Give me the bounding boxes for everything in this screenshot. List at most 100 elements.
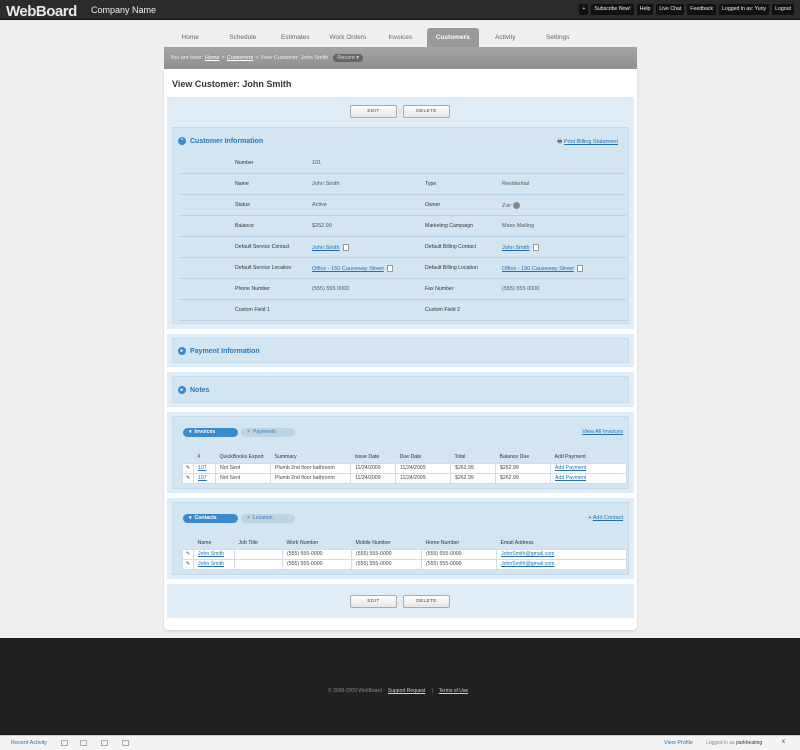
add-contact-button[interactable]: + Add Contact: [588, 515, 623, 521]
delete-button[interactable]: DELETE: [403, 105, 450, 118]
subscribe-link[interactable]: Subscribe Now!: [591, 4, 634, 15]
tab-payments-list[interactable]: × Payments: [241, 428, 295, 437]
customer-info-header[interactable]: ⌃ Customer Information: [178, 137, 263, 145]
column-header: Due Date: [399, 453, 422, 460]
edit-icon[interactable]: [386, 265, 393, 272]
edit-icon[interactable]: ✎: [182, 462, 194, 474]
billing-location-link[interactable]: Office - 150 Causeway Street: [502, 266, 574, 272]
notes-header[interactable]: ▸ Notes: [178, 386, 209, 394]
bottom-actions: EDIT DELETE: [167, 584, 634, 618]
customer-info-title: Customer Information: [190, 137, 264, 145]
contact-name-link[interactable]: John Smith: [198, 561, 224, 567]
invoices-table: # QuickBooks Export Summary Issue Date D…: [182, 451, 627, 484]
logged-in-status: Logged in as parkheating: [706, 740, 763, 746]
name-value: John Smith: [312, 181, 340, 187]
tab-customers[interactable]: Customers: [426, 28, 479, 47]
marketing-label: Marketing Campaign: [425, 223, 473, 229]
add-payment-link[interactable]: Add Payment: [555, 465, 586, 471]
tab-invoices-list[interactable]: ▾ Invoices: [183, 428, 238, 437]
info-row-number: Number 101: [179, 153, 626, 174]
live-chat-link[interactable]: Live Chat: [656, 4, 685, 15]
view-profile-link[interactable]: View Profile: [664, 740, 693, 746]
logged-in-user[interactable]: Logged in as: Yuriy: [719, 4, 770, 15]
tab-activity[interactable]: Activity: [479, 28, 532, 47]
chat-icon[interactable]: [122, 740, 129, 746]
table-cell: Not Sent: [215, 462, 271, 474]
table-row[interactable]: ✎ John Smith (555) 555-0000 (555) 555-00…: [182, 558, 627, 570]
user-icon[interactable]: [61, 740, 68, 746]
edit-icon[interactable]: [532, 244, 539, 251]
delete-button[interactable]: DELETE: [403, 595, 450, 608]
top-bar: WebBoard Company Name + Subscribe Now! H…: [0, 0, 800, 20]
info-row-name: Name John Smith Type Residential: [179, 174, 626, 195]
breadcrumb-customers[interactable]: Customers: [227, 55, 254, 61]
invoices-panel: ▾ Invoices × Payments View All Invoices …: [172, 416, 629, 489]
service-contact-link[interactable]: John Smith: [312, 245, 340, 251]
custom-field-2-label: Custom Field 2: [425, 307, 460, 313]
email-link[interactable]: JohnSmith@gmail.com: [501, 551, 554, 557]
breadcrumb-prefix: You are here:: [170, 55, 203, 61]
invoice-number-link[interactable]: 107: [198, 465, 207, 471]
edit-icon[interactable]: ✎: [182, 558, 194, 570]
app-logo[interactable]: WebBoard: [6, 3, 77, 20]
tab-settings[interactable]: Settings: [532, 28, 585, 47]
add-payment-link[interactable]: Add Payment: [555, 475, 586, 481]
tab-invoices[interactable]: Invoices: [374, 28, 427, 47]
breadcrumb-home[interactable]: Home: [205, 55, 220, 61]
edit-button[interactable]: EDIT: [350, 105, 397, 118]
breadcrumb-separator: >: [255, 55, 259, 61]
edit-icon[interactable]: ✎: [182, 548, 194, 560]
edit-icon[interactable]: ✎: [182, 472, 194, 484]
view-all-invoices-link[interactable]: View All Invoices: [582, 429, 623, 435]
column-header: Issue Date: [354, 453, 380, 460]
fax-value: (555) 555 0000: [502, 286, 540, 292]
feedback-link[interactable]: Feedback: [687, 4, 717, 15]
mail-icon[interactable]: [80, 740, 87, 746]
edit-icon[interactable]: [576, 265, 583, 272]
invoice-number-link[interactable]: 107: [198, 475, 207, 481]
tab-location-list[interactable]: × Location: [241, 514, 295, 523]
tab-work-orders[interactable]: Work Orders: [322, 28, 375, 47]
logout-link[interactable]: Logout: [772, 4, 794, 15]
edit-icon[interactable]: [342, 244, 349, 251]
tab-home[interactable]: Home: [164, 28, 217, 47]
document-icon[interactable]: [101, 740, 108, 746]
tab-schedule[interactable]: Schedule: [217, 28, 270, 47]
copyright: © 2008-2009 WebBoard: [328, 688, 382, 694]
payment-info-title: Payment Information: [190, 347, 260, 355]
billing-contact-label: Default Billing Contact: [425, 244, 477, 250]
support-request-link[interactable]: Support Request: [388, 688, 426, 694]
contacts-section: ▾ Contacts × Location + Add Contact Name…: [167, 498, 634, 579]
terms-of-use-link[interactable]: Terms of Use: [439, 688, 468, 694]
expand-icon[interactable]: ▸: [178, 347, 186, 355]
recent-dropdown[interactable]: Recent ▾: [333, 54, 364, 62]
table-row[interactable]: ✎ 107 Not Sent Plumb 2nd floor bathroom …: [182, 462, 627, 474]
service-location-link[interactable]: Office - 150 Causeway Street: [312, 266, 384, 272]
table-row[interactable]: ✎ John Smith (555) 555-0000 (555) 555-00…: [182, 548, 627, 560]
notes-panel: ▸ Notes: [172, 376, 629, 403]
email-link[interactable]: JohnSmith@gmail.com: [501, 561, 554, 567]
bottom-bar: Recent Activity View Profile Logged in a…: [0, 735, 800, 750]
contact-name-link[interactable]: John Smith: [198, 551, 224, 557]
close-icon[interactable]: x: [782, 739, 785, 745]
owner-info-icon[interactable]: [512, 202, 520, 209]
print-billing-statement[interactable]: 🖶 Print Billing Statement: [557, 138, 618, 147]
collapse-icon[interactable]: ⌃: [178, 137, 186, 145]
table-cell: [234, 548, 283, 560]
edit-button[interactable]: EDIT: [350, 595, 397, 608]
type-label: Type: [425, 181, 437, 187]
table-cell: (555) 555-0000: [351, 548, 422, 560]
table-cell: (555) 555-0000: [282, 548, 352, 560]
table-cell: 11/24/2009: [350, 472, 396, 484]
billing-contact-link[interactable]: John Smith: [502, 245, 530, 251]
number-label: Number: [235, 160, 254, 166]
expand-icon[interactable]: ▸: [178, 386, 186, 394]
tab-estimates[interactable]: Estimates: [269, 28, 322, 47]
table-cell: 11/24/2009: [395, 472, 451, 484]
tab-contacts-list[interactable]: ▾ Contacts: [183, 514, 238, 523]
add-button[interactable]: +: [579, 4, 589, 15]
recent-activity-link[interactable]: Recent Activity: [11, 740, 47, 746]
table-row[interactable]: ✎ 107 Not Sent Plumb 2nd floor bathroom …: [182, 472, 627, 484]
help-link[interactable]: Help: [636, 4, 654, 15]
payment-info-header[interactable]: ▸ Payment Information: [178, 347, 260, 355]
